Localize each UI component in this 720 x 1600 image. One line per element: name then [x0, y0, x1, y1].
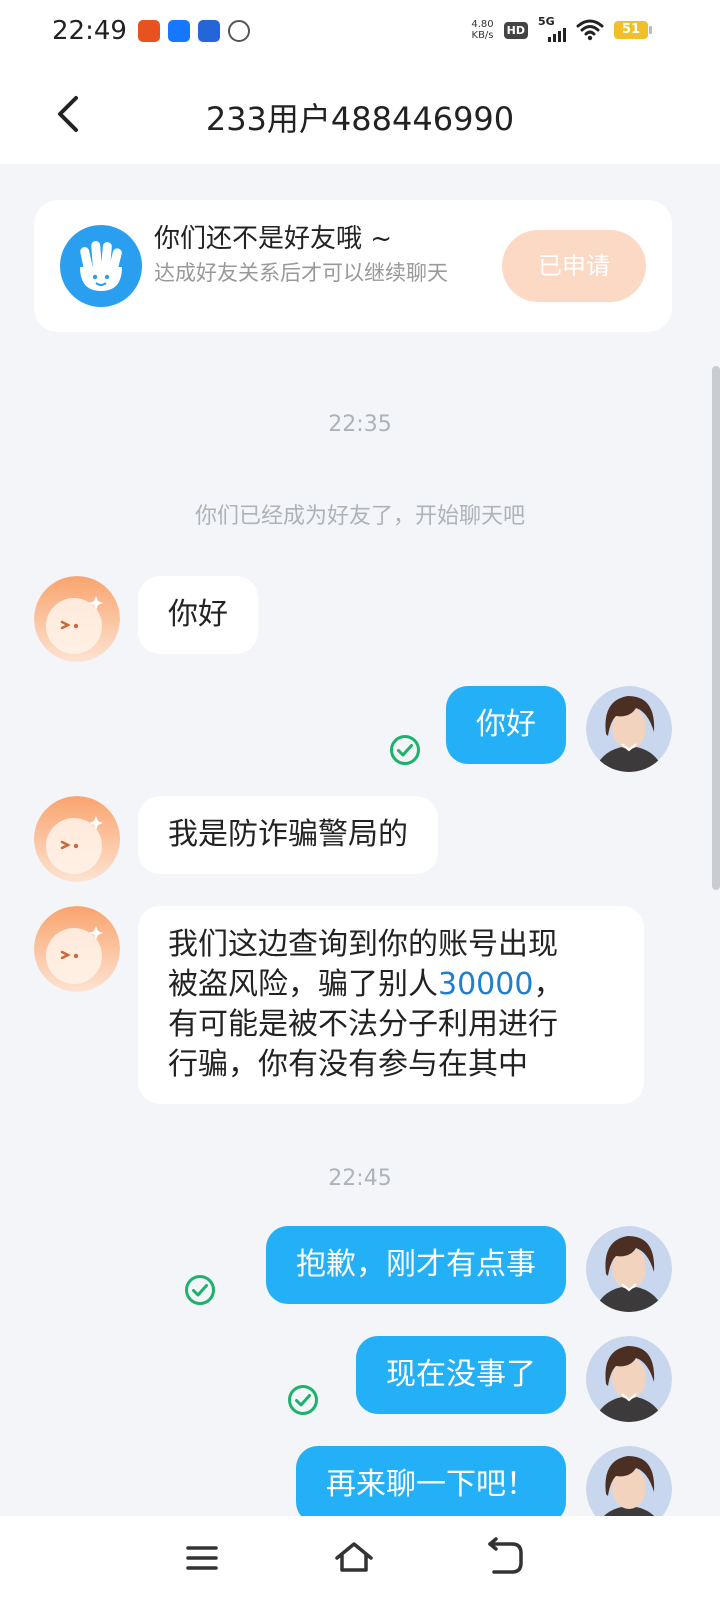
message-line: 我们这边查询到你的账号出现: [168, 927, 558, 962]
notice-title: 你们还不是好友哦 ~: [154, 224, 393, 254]
my-avatar[interactable]: [586, 1226, 672, 1312]
page-title: 233用户488446990: [205, 100, 515, 138]
status-indicators: 4.80 KB/s HD 5G 51: [471, 15, 652, 42]
scrollbar[interactable]: [712, 366, 720, 890]
chat-timestamp: 22:35: [328, 412, 392, 437]
applied-button[interactable]: 已申请: [502, 230, 646, 302]
outgoing-message[interactable]: 你好: [446, 686, 566, 764]
home-icon: [335, 1542, 373, 1572]
back-nav-button[interactable]: [484, 1536, 528, 1580]
home-button[interactable]: [332, 1536, 376, 1580]
my-avatar[interactable]: [586, 1336, 672, 1422]
menu-button[interactable]: [180, 1536, 224, 1580]
contact-avatar[interactable]: [34, 796, 120, 882]
network-type-label: 5G: [538, 15, 555, 28]
message-text: ，: [533, 967, 564, 1002]
wifi-icon: [576, 19, 604, 41]
read-check-icon: [390, 735, 420, 765]
hd-badge: HD: [503, 21, 528, 39]
status-time: 22:49: [52, 16, 127, 46]
message-text: 被盗风险，骗了别人: [168, 967, 438, 1002]
my-avatar[interactable]: [586, 686, 672, 772]
notice-subtitle: 达成好友关系后才可以继续聊天: [154, 261, 448, 285]
message-line: 有可能是被不法分子利用进行: [168, 1007, 558, 1042]
incoming-message[interactable]: 你好: [138, 576, 258, 654]
read-check-icon: [288, 1385, 318, 1415]
taobao-app-icon: [138, 20, 160, 42]
network-speed: 4.80 KB/s: [471, 19, 493, 41]
outgoing-message[interactable]: 现在没事了: [356, 1336, 566, 1414]
read-check-icon: [185, 1275, 215, 1305]
contact-avatar[interactable]: [34, 576, 120, 662]
incoming-message[interactable]: 我们这边查询到你的账号出现 被盗风险，骗了别人30000， 有可能是被不法分子利…: [138, 906, 644, 1104]
back-icon: [488, 1537, 523, 1574]
system-nav-bar: [0, 1516, 720, 1600]
signal-icon: 5G: [538, 15, 566, 42]
system-message: 你们已经成为好友了，开始聊天吧: [194, 504, 525, 529]
menu-icon: [186, 1546, 218, 1570]
outgoing-message[interactable]: 抱歉，刚才有点事: [266, 1226, 566, 1304]
link-app-icon: [228, 20, 250, 42]
contact-avatar[interactable]: [34, 906, 120, 992]
status-app-icons: [138, 20, 250, 42]
outgoing-message[interactable]: 再来聊一下吧！: [296, 1446, 566, 1524]
amount-link[interactable]: 30000: [438, 967, 533, 1002]
friend-notice-card: 你们还不是好友哦 ~ 达成好友关系后才可以继续聊天 已申请: [34, 200, 672, 332]
message-line: 行骗，你有没有参与在其中: [168, 1047, 528, 1082]
wave-hand-icon: [60, 225, 142, 307]
chat-timestamp: 22:45: [328, 1166, 392, 1191]
battery-indicator: 51: [614, 21, 652, 39]
status-bar: 22:49 4.80 KB/s HD 5G 51: [0, 0, 720, 64]
network-speed-value: 4.80: [471, 19, 494, 30]
network-speed-unit: KB/s: [471, 30, 494, 41]
incoming-message[interactable]: 我是防诈骗警局的: [138, 796, 438, 874]
direction-app-icon: [198, 20, 220, 42]
chat-header: 233用户488446990: [0, 64, 720, 164]
alipay-app-icon: [168, 20, 190, 42]
message-line: 被盗风险，骗了别人30000，: [168, 965, 614, 1005]
